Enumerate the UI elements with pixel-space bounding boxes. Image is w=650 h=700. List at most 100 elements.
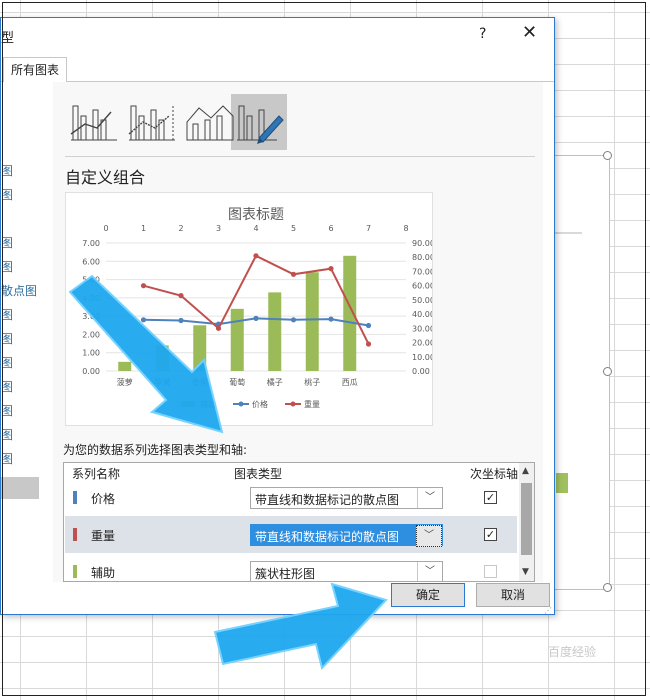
- bar-辅助: [305, 272, 319, 371]
- dialog-title: 型: [1, 31, 15, 46]
- scroll-thumb[interactable]: [521, 483, 532, 555]
- secondary-axis-checkbox[interactable]: ✓: [484, 528, 497, 541]
- y-right-tick-label: 20.00: [412, 339, 433, 348]
- resize-handle-top[interactable]: [603, 151, 612, 160]
- chart-category-item[interactable]: 图: [1, 186, 13, 203]
- point-重量: [290, 271, 297, 277]
- chart-category-item[interactable]: 图: [1, 258, 13, 275]
- chart-category-item[interactable]: 图: [1, 234, 13, 251]
- cancel-button[interactable]: 取消: [476, 583, 550, 607]
- series-row-helper[interactable]: 辅助 簇状柱形图 ﹀: [65, 553, 517, 581]
- x-top-tick-label: 7: [366, 224, 371, 233]
- chart-category-item[interactable]: 图: [1, 354, 13, 371]
- chart-category-item[interactable]: 图: [1, 306, 13, 323]
- category-label: 菠萝: [117, 377, 133, 387]
- chart-type-value: 带直线和数据标记的散点图: [255, 493, 400, 507]
- category-label: 桃子: [304, 377, 320, 387]
- combo-clustered-column-line-icon[interactable]: [67, 94, 121, 148]
- y-right-tick-label: 10.00: [412, 353, 433, 362]
- chart-type-value: 带直线和数据标记的散点图: [255, 530, 400, 544]
- y-left-tick-label: 7.00: [82, 239, 100, 248]
- scroll-down-icon[interactable]: ▼: [522, 567, 529, 577]
- scroll-up-icon[interactable]: ▲: [522, 466, 529, 476]
- point-重量: [140, 283, 147, 289]
- point-价格: [290, 317, 297, 323]
- help-button[interactable]: ?: [479, 26, 486, 42]
- chart-title: 图表标题: [228, 207, 284, 223]
- bar-辅助: [118, 361, 132, 371]
- legend-label-辅助: 辅助: [200, 399, 216, 409]
- dialog-titlebar[interactable]: 型 ? ✕: [1, 18, 554, 52]
- chart-type-dropdown[interactable]: 带直线和数据标记的散点图 ﹀: [250, 524, 443, 547]
- chart-ticks: 0.00 1.00 2.00 3.00 4.00 5.00 6.00 7.00 0.00 10.0…: [82, 224, 433, 387]
- chart-category-item[interactable]: 图: [1, 330, 13, 347]
- x-top-tick-label: 0: [103, 224, 108, 233]
- close-button[interactable]: ✕: [522, 22, 537, 43]
- y-right-tick-label: 60.00: [412, 282, 433, 291]
- x-top-tick-label: 5: [291, 224, 296, 233]
- tab-all-charts[interactable]: 所有图表: [3, 57, 68, 83]
- y-right-tick-label: 90.00: [412, 239, 433, 248]
- chart-category-item[interactable]: 图: [1, 402, 13, 419]
- watermark: 百度经验: [548, 645, 597, 659]
- point-重量: [215, 325, 222, 331]
- y-right-tick-label: 80.00: [412, 253, 433, 262]
- section-divider: [65, 156, 535, 157]
- x-top-tick-label: 4: [253, 224, 258, 233]
- combo-column-line-secondary-icon[interactable]: [125, 94, 179, 148]
- chart-category-item[interactable]: 图: [1, 162, 13, 179]
- chart-category-item[interactable]: 图: [1, 378, 13, 395]
- x-top-tick-label: 6: [328, 224, 333, 233]
- point-价格: [178, 317, 184, 324]
- series-row-weight[interactable]: 重量 带直线和数据标记的散点图 ﹀ ✓: [65, 516, 517, 553]
- chart-type-dropdown[interactable]: 带直线和数据标记的散点图 ﹀: [250, 487, 443, 509]
- bar-辅助: [155, 345, 169, 371]
- y-left-tick-label: 1.00: [82, 349, 100, 358]
- resize-handle-right[interactable]: [603, 367, 612, 376]
- chart-category-item[interactable]: 图: [1, 450, 13, 467]
- secondary-axis-checkbox[interactable]: ✓: [484, 491, 497, 504]
- y-left-tick-label: 0.00: [82, 367, 100, 376]
- series-config-grid: 系列名称 图表类型 次坐标轴 价格 带直线和数据标记的散点图 ﹀ ✓ 重量 带直…: [63, 462, 535, 582]
- series-row-price[interactable]: 价格 带直线和数据标记的散点图 ﹀ ✓: [65, 479, 517, 516]
- series-name: 重量: [91, 529, 116, 543]
- combo-section-title: 自定义组合: [65, 168, 146, 187]
- chevron-down-icon[interactable]: ﹀: [417, 488, 442, 508]
- chart-category-selected[interactable]: [1, 477, 39, 499]
- point-价格: [365, 322, 372, 329]
- legend-label-价格: 价格: [252, 399, 268, 409]
- x-top-tick-label: 2: [178, 224, 183, 233]
- chart-category-item[interactable]: 图: [1, 426, 13, 443]
- chart-type-dropdown[interactable]: 簇状柱形图 ﹀: [250, 561, 443, 581]
- series-name: 价格: [91, 492, 116, 506]
- resize-grip-icon[interactable]: ⋰: [544, 606, 552, 615]
- y-left-tick-label: 3.00: [82, 312, 100, 321]
- change-chart-type-dialog: 型 ? ✕ 所有图表 图 图 图 图 散点图 图 图 图 图 图 图 图 自定义…: [0, 17, 555, 615]
- y-right-tick-label: 50.00: [412, 296, 433, 305]
- series-name: 辅助: [91, 566, 116, 580]
- secondary-axis-checkbox[interactable]: [484, 565, 497, 578]
- chart-category-list: 图 图 图 图 散点图 图 图 图 图 图 图 图: [1, 82, 54, 582]
- ok-button[interactable]: 确定: [391, 583, 465, 607]
- y-right-tick-label: 40.00: [412, 310, 433, 319]
- tab-strip: 所有图表: [1, 55, 554, 83]
- bar-辅助: [193, 325, 207, 371]
- category-label: 西瓜: [342, 378, 358, 387]
- chevron-down-icon[interactable]: ﹀: [417, 562, 442, 581]
- point-价格: [328, 316, 334, 322]
- legend-label-重量: 重量: [304, 399, 320, 409]
- chart-preview: 图表标题 0.001.002.003.004.005.006.007.000.0…: [65, 192, 433, 426]
- x-top-tick-label: 1: [141, 224, 146, 233]
- legend-marker-重量: [290, 401, 296, 407]
- chevron-down-icon[interactable]: ﹀: [416, 525, 442, 547]
- combo-stacked-area-column-icon[interactable]: [183, 94, 237, 148]
- resize-handle-bottom[interactable]: [603, 583, 612, 592]
- y-left-tick-label: 5.00: [82, 276, 100, 285]
- chart-lines: [140, 253, 372, 347]
- grid-scrollbar[interactable]: ▲ ▼: [519, 463, 534, 581]
- combo-chart-panel: 自定义组合 图表标题 0.00 1.00 2.00 3.00 4.00 5.00 6.00 7…: [53, 82, 543, 582]
- custom-combination-icon[interactable]: [233, 94, 287, 148]
- series-color-swatch: [73, 565, 77, 578]
- x-top-tick-label: 3: [216, 224, 221, 233]
- chart-category-item-scatter[interactable]: 散点图: [1, 282, 37, 299]
